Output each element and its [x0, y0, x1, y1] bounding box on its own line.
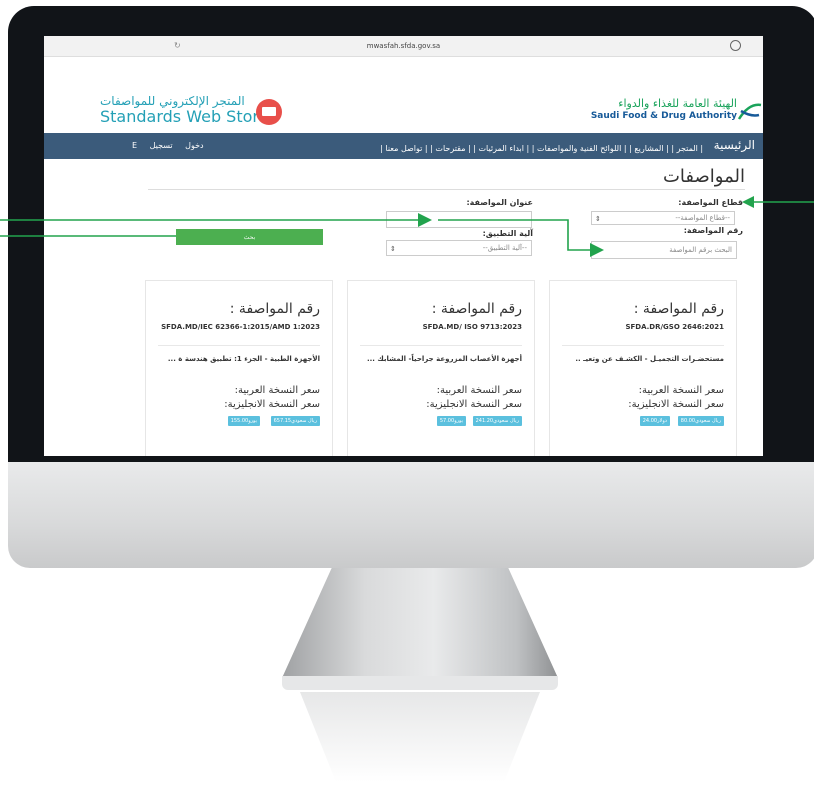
annotation-arrows — [0, 196, 814, 257]
arrow-to-title-input — [0, 213, 432, 227]
arrow-to-number-input — [438, 219, 604, 257]
arrow-to-sector-select — [742, 196, 814, 208]
